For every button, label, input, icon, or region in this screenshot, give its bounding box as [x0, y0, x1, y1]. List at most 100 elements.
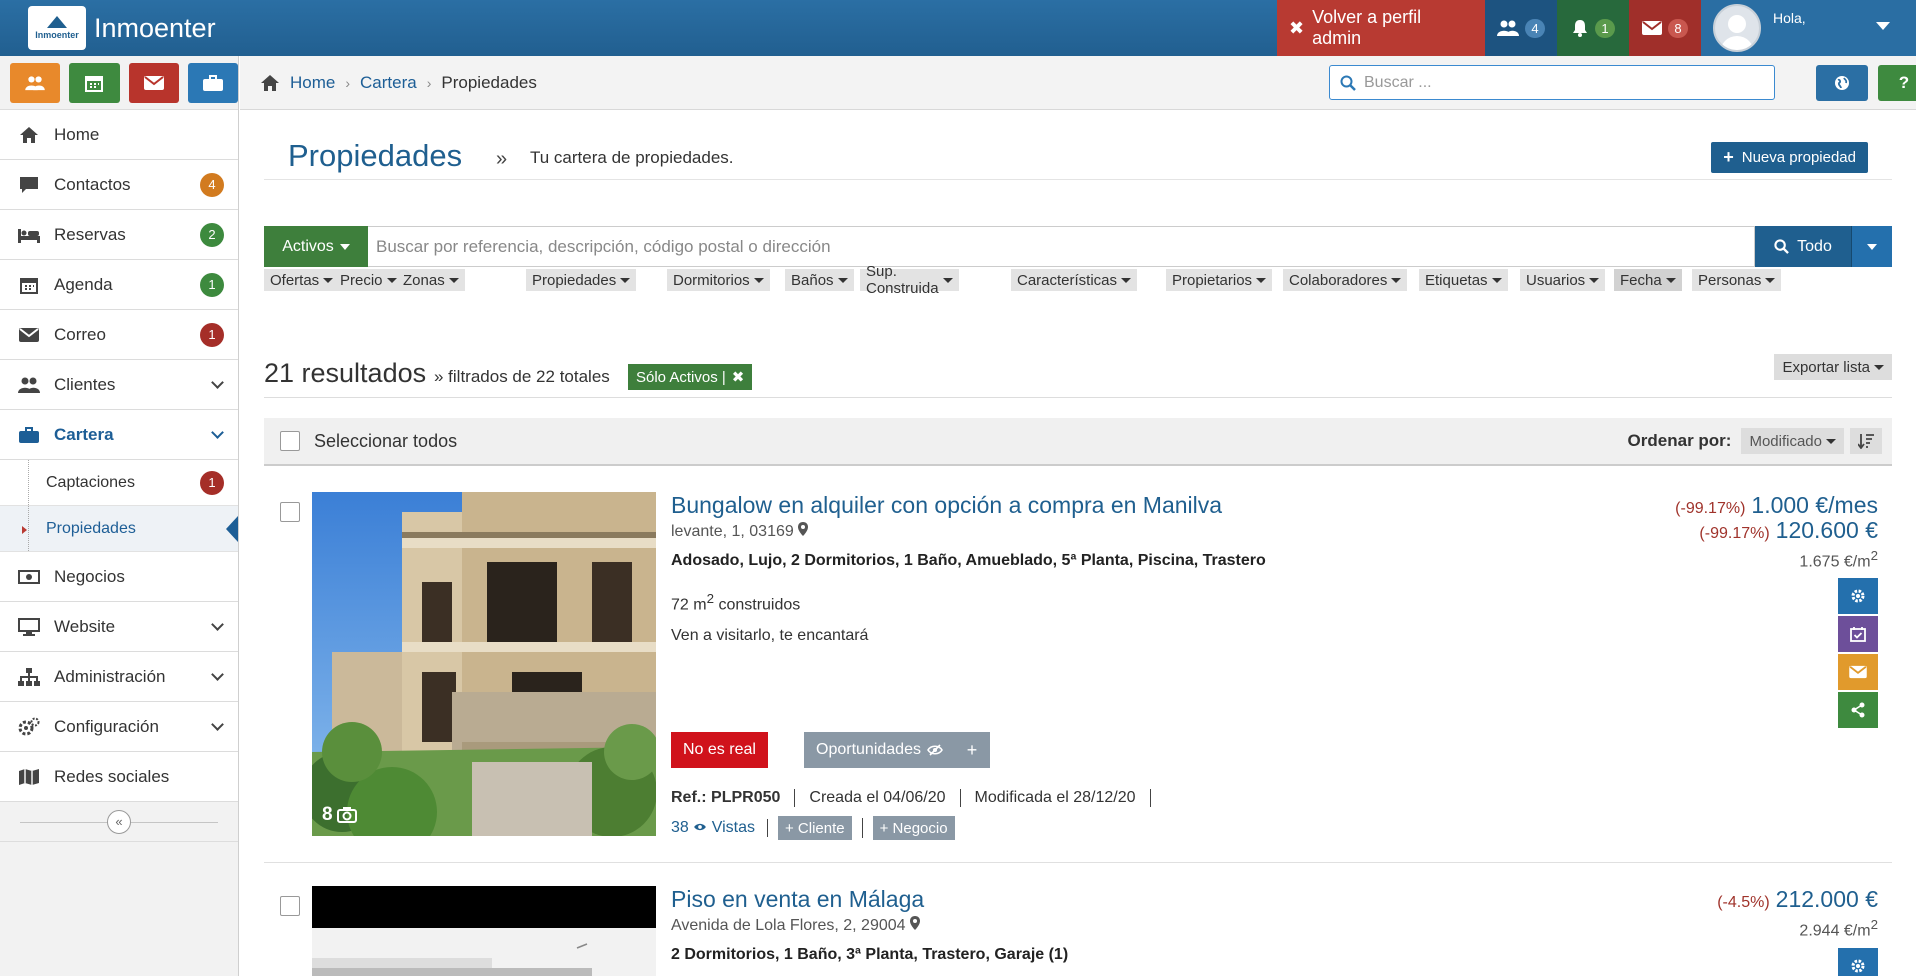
- chip-personas[interactable]: Personas: [1692, 269, 1782, 291]
- caret-down-icon: [1121, 277, 1132, 283]
- search-scope-dropdown[interactable]: [1851, 226, 1892, 267]
- chip-etiquetas[interactable]: Etiquetas: [1419, 269, 1508, 291]
- add-client-button[interactable]: + Cliente: [777, 816, 852, 840]
- rent-price-change: (-99.17%): [1675, 500, 1746, 517]
- sidebar-item-label: Contactos: [54, 174, 131, 194]
- collapse-sidebar-button[interactable]: «: [107, 809, 131, 834]
- new-property-button[interactable]: + Nueva propiedad: [1711, 142, 1868, 173]
- sidebar-item-home[interactable]: Home: [0, 110, 238, 160]
- chip-label: Dormitorios: [673, 271, 750, 289]
- settings-button[interactable]: [1838, 578, 1878, 614]
- brand[interactable]: Inmoenter Inmoenter: [0, 0, 1277, 56]
- status-filter-dropdown[interactable]: Activos: [264, 226, 368, 267]
- chip-caracteristicas[interactable]: Características: [1011, 269, 1138, 291]
- mail-button[interactable]: 8: [1629, 0, 1701, 56]
- sidebar-item-label: Agenda: [54, 274, 113, 294]
- chip-banos[interactable]: Baños: [785, 269, 854, 291]
- property-photo[interactable]: 8: [312, 492, 656, 836]
- add-deal-button[interactable]: + Negocio: [872, 816, 955, 840]
- sidebar-item-website[interactable]: Website: [0, 602, 238, 652]
- sidebar-item-reservas[interactable]: Reservas 2: [0, 210, 238, 260]
- sidebar-item-cartera[interactable]: Cartera: [0, 410, 238, 460]
- users-icon: [25, 75, 45, 90]
- sidebar-item-agenda[interactable]: Agenda 1: [0, 260, 238, 310]
- caret-down-icon: [837, 277, 848, 283]
- sidebar-item-clientes[interactable]: Clientes: [0, 360, 238, 410]
- chip-label: Personas: [1698, 271, 1762, 289]
- caret-down-icon: [386, 277, 397, 283]
- chip-sup-construida[interactable]: Sup. Construida: [860, 263, 959, 297]
- users-button[interactable]: 4: [1485, 0, 1557, 56]
- opportunities-button[interactable]: Oportunidades: [804, 732, 955, 768]
- chip-usuarios[interactable]: Usuarios: [1520, 269, 1606, 291]
- email-property-button[interactable]: [1838, 654, 1878, 690]
- search-scope-button[interactable]: Todo: [1755, 226, 1851, 267]
- caret-down-icon: [942, 277, 953, 283]
- rent-price: (-99.17%) 1.000 €/mes: [1675, 492, 1878, 519]
- sidebar-item-configuracion[interactable]: Configuración: [0, 702, 238, 752]
- sidebar-item-redes-sociales[interactable]: Redes sociales: [0, 752, 238, 802]
- sale-price-value: 212.000 €: [1775, 886, 1878, 912]
- sidebar-item-administracion[interactable]: Administración: [0, 652, 238, 702]
- property-photo[interactable]: [312, 886, 656, 976]
- quick-portfolio-button[interactable]: [187, 62, 238, 103]
- close-icon[interactable]: ✖: [732, 368, 745, 386]
- property-search-input[interactable]: Buscar por referencia, descripción, códi…: [368, 226, 1755, 267]
- property-title-link[interactable]: Piso en venta en Málaga: [671, 886, 924, 913]
- settings-button[interactable]: [1838, 948, 1878, 976]
- chevron-down-icon: [211, 618, 224, 631]
- chip-propietarios[interactable]: Propietarios: [1166, 269, 1273, 291]
- caret-down-icon: [448, 277, 459, 283]
- chip-colaboradores[interactable]: Colaboradores: [1283, 269, 1408, 291]
- sidebar-item-negocios[interactable]: Negocios: [0, 552, 238, 602]
- global-search-input[interactable]: Buscar ...: [1329, 65, 1775, 100]
- bell-icon: [1573, 20, 1588, 37]
- breadcrumb-home-link[interactable]: Home: [290, 73, 335, 93]
- sidebar-subitem-label: Propiedades: [46, 519, 136, 537]
- chip-propiedades[interactable]: Propiedades: [526, 269, 637, 291]
- active-filter-badge[interactable]: Sólo Activos | ✖: [628, 364, 753, 390]
- briefcase-icon: [202, 74, 223, 91]
- chip-label: Etiquetas: [1425, 271, 1488, 289]
- notifications-button[interactable]: 1: [1557, 0, 1629, 56]
- sort-direction-button[interactable]: [1850, 428, 1882, 454]
- chip-label: Propiedades: [532, 271, 617, 289]
- share-button[interactable]: [1838, 692, 1878, 728]
- listing-checkbox[interactable]: [280, 896, 300, 916]
- caret-down-icon: [339, 243, 350, 250]
- caret-down-icon: [1256, 277, 1267, 283]
- property-title-link[interactable]: Bungalow en alquiler con opción a compra…: [671, 492, 1222, 519]
- chip-precio[interactable]: Precio: [334, 269, 403, 291]
- chip-dormitorios[interactable]: Dormitorios: [667, 269, 770, 291]
- sidebar-subitem-propiedades[interactable]: Propiedades: [0, 506, 238, 552]
- listing-checkbox[interactable]: [280, 502, 300, 522]
- breadcrumb-cartera-link[interactable]: Cartera: [360, 73, 417, 93]
- house-logo-icon: [47, 16, 67, 28]
- back-to-admin-button[interactable]: ✖ Volver a perfil admin: [1277, 0, 1485, 56]
- rent-price-value: 1.000 €/mes: [1751, 492, 1878, 518]
- brand-name: Inmoenter: [94, 12, 216, 43]
- map-icon: [16, 768, 42, 786]
- views-link[interactable]: 38 Vistas: [671, 819, 768, 837]
- chip-fecha[interactable]: Fecha: [1614, 269, 1682, 291]
- help-button[interactable]: ?: [1878, 65, 1916, 101]
- chip-ofertas[interactable]: Ofertas: [264, 269, 340, 291]
- sort-desc-icon: [1858, 434, 1874, 449]
- add-tag-button[interactable]: +: [954, 732, 990, 768]
- select-all-checkbox[interactable]: [280, 431, 300, 451]
- sidebar-item-label: Negocios: [54, 566, 125, 586]
- quick-mail-button[interactable]: [128, 62, 179, 103]
- order-dropdown[interactable]: Modificado: [1741, 428, 1844, 454]
- sidebar-item-correo[interactable]: Correo 1: [0, 310, 238, 360]
- sidebar-subitem-captaciones[interactable]: Captaciones 1: [0, 460, 238, 506]
- language-button[interactable]: [1816, 65, 1868, 101]
- chip-zonas[interactable]: Zonas: [397, 269, 465, 291]
- sidebar-item-contactos[interactable]: Contactos 4: [0, 160, 238, 210]
- export-list-button[interactable]: Exportar lista: [1774, 354, 1892, 380]
- quick-calendar-button[interactable]: [69, 62, 120, 103]
- user-menu[interactable]: Hola,: [1701, 0, 1916, 56]
- schedule-visit-button[interactable]: [1838, 616, 1878, 652]
- quick-contacts-button[interactable]: [10, 62, 61, 103]
- not-real-tag[interactable]: No es real: [671, 732, 768, 768]
- property-meta: Ref.: PLPR050 Creada el 04/06/20 Modific…: [671, 789, 1151, 807]
